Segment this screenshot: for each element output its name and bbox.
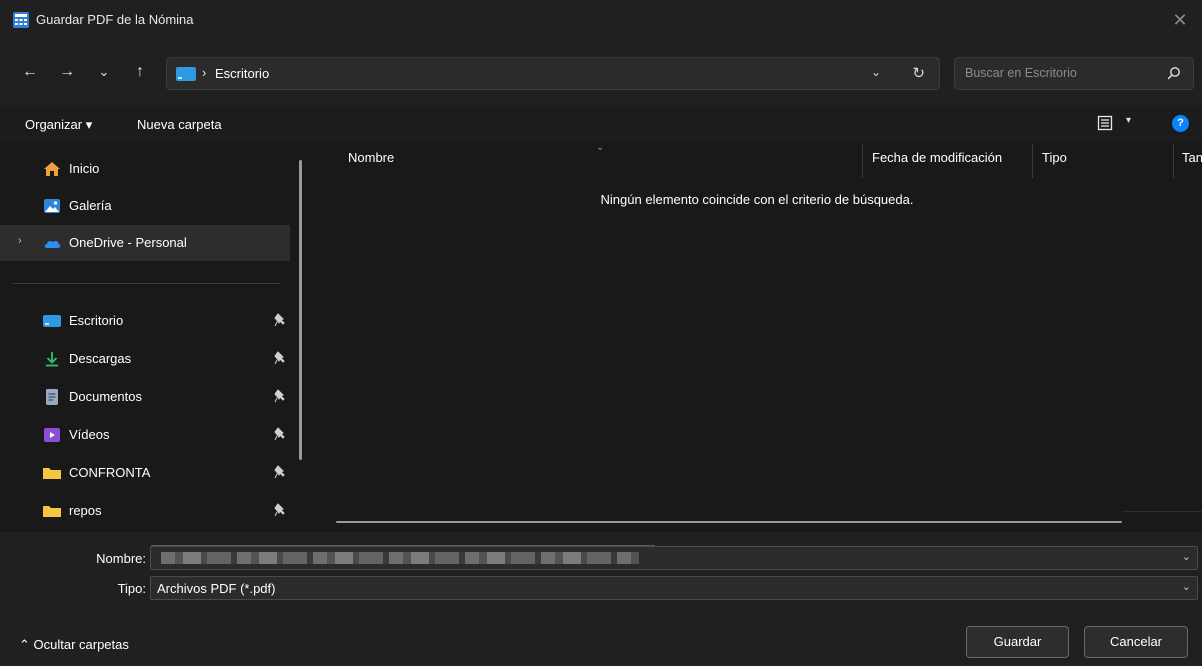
breadcrumb-escritorio[interactable]: Escritorio xyxy=(215,66,269,81)
filename-field[interactable]: ⌄ xyxy=(150,534,1198,570)
pin-icon[interactable] xyxy=(274,465,286,479)
column-header-tamano[interactable]: Tan xyxy=(1182,150,1202,165)
sidebar-item-label: repos xyxy=(69,503,102,518)
sidebar-item-label: Descargas xyxy=(69,351,132,366)
pin-icon[interactable] xyxy=(274,427,286,441)
folder-icon xyxy=(43,506,61,517)
sidebar-item-confronta[interactable]: CONFRONTA xyxy=(0,455,290,491)
pin-icon[interactable] xyxy=(274,313,286,327)
pin-icon[interactable] xyxy=(274,389,286,403)
close-icon[interactable]: ✕ xyxy=(1168,8,1192,32)
search-input[interactable]: Buscar en Escritorio xyxy=(954,57,1194,90)
navigation-pane: Inicio Galería › OneDrive - Personal Esc… xyxy=(0,142,312,532)
scrollbar-track xyxy=(1122,511,1202,512)
gallery-icon xyxy=(44,199,60,213)
sidebar-divider xyxy=(12,283,280,284)
sidebar-item-galeria[interactable]: Galería xyxy=(0,188,290,224)
column-divider[interactable] xyxy=(862,144,863,178)
sidebar-item-label: OneDrive - Personal xyxy=(69,235,187,250)
desktop-folder-icon xyxy=(43,315,61,327)
breadcrumb-separator: › xyxy=(202,65,207,80)
onedrive-icon xyxy=(44,240,61,248)
pin-icon[interactable] xyxy=(274,351,286,365)
empty-state-message: Ningún elemento coincide con el criterio… xyxy=(600,192,914,207)
file-list: ⌄ Nombre Fecha de modificación Tipo Tan … xyxy=(312,142,1202,532)
sidebar-item-label: Galería xyxy=(69,198,112,213)
address-bar[interactable]: › Escritorio ⌄ ↻ xyxy=(166,57,940,90)
navigation-bar: ← → ⌄ ↑ › Escritorio ⌄ ↻ Buscar en Escri… xyxy=(0,40,1202,106)
folder-icon xyxy=(43,468,61,479)
app-calculator-icon xyxy=(13,12,29,28)
sidebar-item-label: Escritorio xyxy=(69,313,124,328)
title-bar: Guardar PDF de la Nómina ✕ xyxy=(0,0,1202,40)
save-button[interactable]: Guardar xyxy=(966,626,1069,658)
save-form: Nombre: ⌄ Tipo: Archivos PDF (*.pdf) ⌄ ⌃… xyxy=(0,532,1202,666)
search-icon[interactable] xyxy=(1167,66,1181,80)
organize-menu-button[interactable]: Organizar ▾ xyxy=(25,117,92,133)
sidebar-item-label: CONFRONTA xyxy=(69,465,151,480)
chevron-down-icon[interactable]: ⌄ xyxy=(1182,550,1191,563)
hide-folders-button[interactable]: ⌃ Ocultar carpetas xyxy=(19,637,129,653)
sidebar-item-label: Documentos xyxy=(69,389,142,404)
desktop-folder-icon xyxy=(176,67,196,81)
redacted-filename-edge xyxy=(151,534,655,546)
sidebar-item-inicio[interactable]: Inicio xyxy=(0,151,290,187)
column-header-nombre[interactable]: Nombre xyxy=(348,150,394,165)
sidebar-item-escritorio[interactable]: Escritorio xyxy=(0,303,290,339)
horizontal-scrollbar[interactable] xyxy=(336,521,1122,523)
address-history-icon[interactable]: ⌄ xyxy=(871,65,881,79)
filename-label: Nombre: xyxy=(96,551,146,566)
view-options-caret-icon[interactable]: ▾ xyxy=(1126,115,1131,126)
sidebar-scrollbar[interactable] xyxy=(299,160,302,460)
sidebar-item-videos[interactable]: Vídeos xyxy=(0,417,290,453)
sort-indicator-icon: ⌄ xyxy=(596,142,605,153)
help-icon[interactable]: ? xyxy=(1172,115,1189,132)
column-header-tipo[interactable]: Tipo xyxy=(1042,150,1067,165)
filetype-label: Tipo: xyxy=(117,581,146,596)
up-arrow-icon[interactable]: ↑ xyxy=(128,60,152,84)
filetype-value: Archivos PDF (*.pdf) xyxy=(157,581,276,596)
forward-arrow-icon[interactable]: → xyxy=(55,60,79,84)
sidebar-item-descargas[interactable]: Descargas xyxy=(0,341,290,377)
redacted-filename xyxy=(161,552,639,564)
window-title: Guardar PDF de la Nómina xyxy=(36,12,194,27)
chevron-down-icon[interactable]: ⌄ xyxy=(1182,580,1191,593)
recent-locations-icon[interactable]: ⌄ xyxy=(92,60,116,84)
home-icon xyxy=(44,162,60,176)
command-bar: Organizar ▾ Nueva carpeta ▾ ? xyxy=(0,106,1202,142)
sidebar-item-documentos[interactable]: Documentos xyxy=(0,379,290,415)
back-arrow-icon[interactable]: ← xyxy=(18,60,42,84)
sidebar-item-label: Vídeos xyxy=(69,427,110,442)
column-header-fecha[interactable]: Fecha de modificación xyxy=(872,150,1002,165)
expand-chevron-icon[interactable]: › xyxy=(18,235,22,247)
filetype-select[interactable]: Archivos PDF (*.pdf) ⌄ xyxy=(150,576,1198,600)
column-divider[interactable] xyxy=(1032,144,1033,178)
column-divider[interactable] xyxy=(1173,144,1174,178)
sidebar-item-repos[interactable]: repos xyxy=(0,493,290,529)
cancel-button[interactable]: Cancelar xyxy=(1084,626,1188,658)
view-options-icon[interactable] xyxy=(1097,115,1113,131)
download-icon xyxy=(46,352,58,367)
refresh-icon[interactable]: ↻ xyxy=(912,64,925,82)
pin-icon[interactable] xyxy=(274,503,286,517)
sidebar-item-onedrive[interactable]: › OneDrive - Personal xyxy=(0,225,290,261)
sidebar-item-label: Inicio xyxy=(69,161,100,176)
search-placeholder: Buscar en Escritorio xyxy=(965,66,1077,80)
videos-icon xyxy=(44,428,60,442)
documents-icon xyxy=(46,389,58,405)
new-folder-button[interactable]: Nueva carpeta xyxy=(137,117,222,132)
